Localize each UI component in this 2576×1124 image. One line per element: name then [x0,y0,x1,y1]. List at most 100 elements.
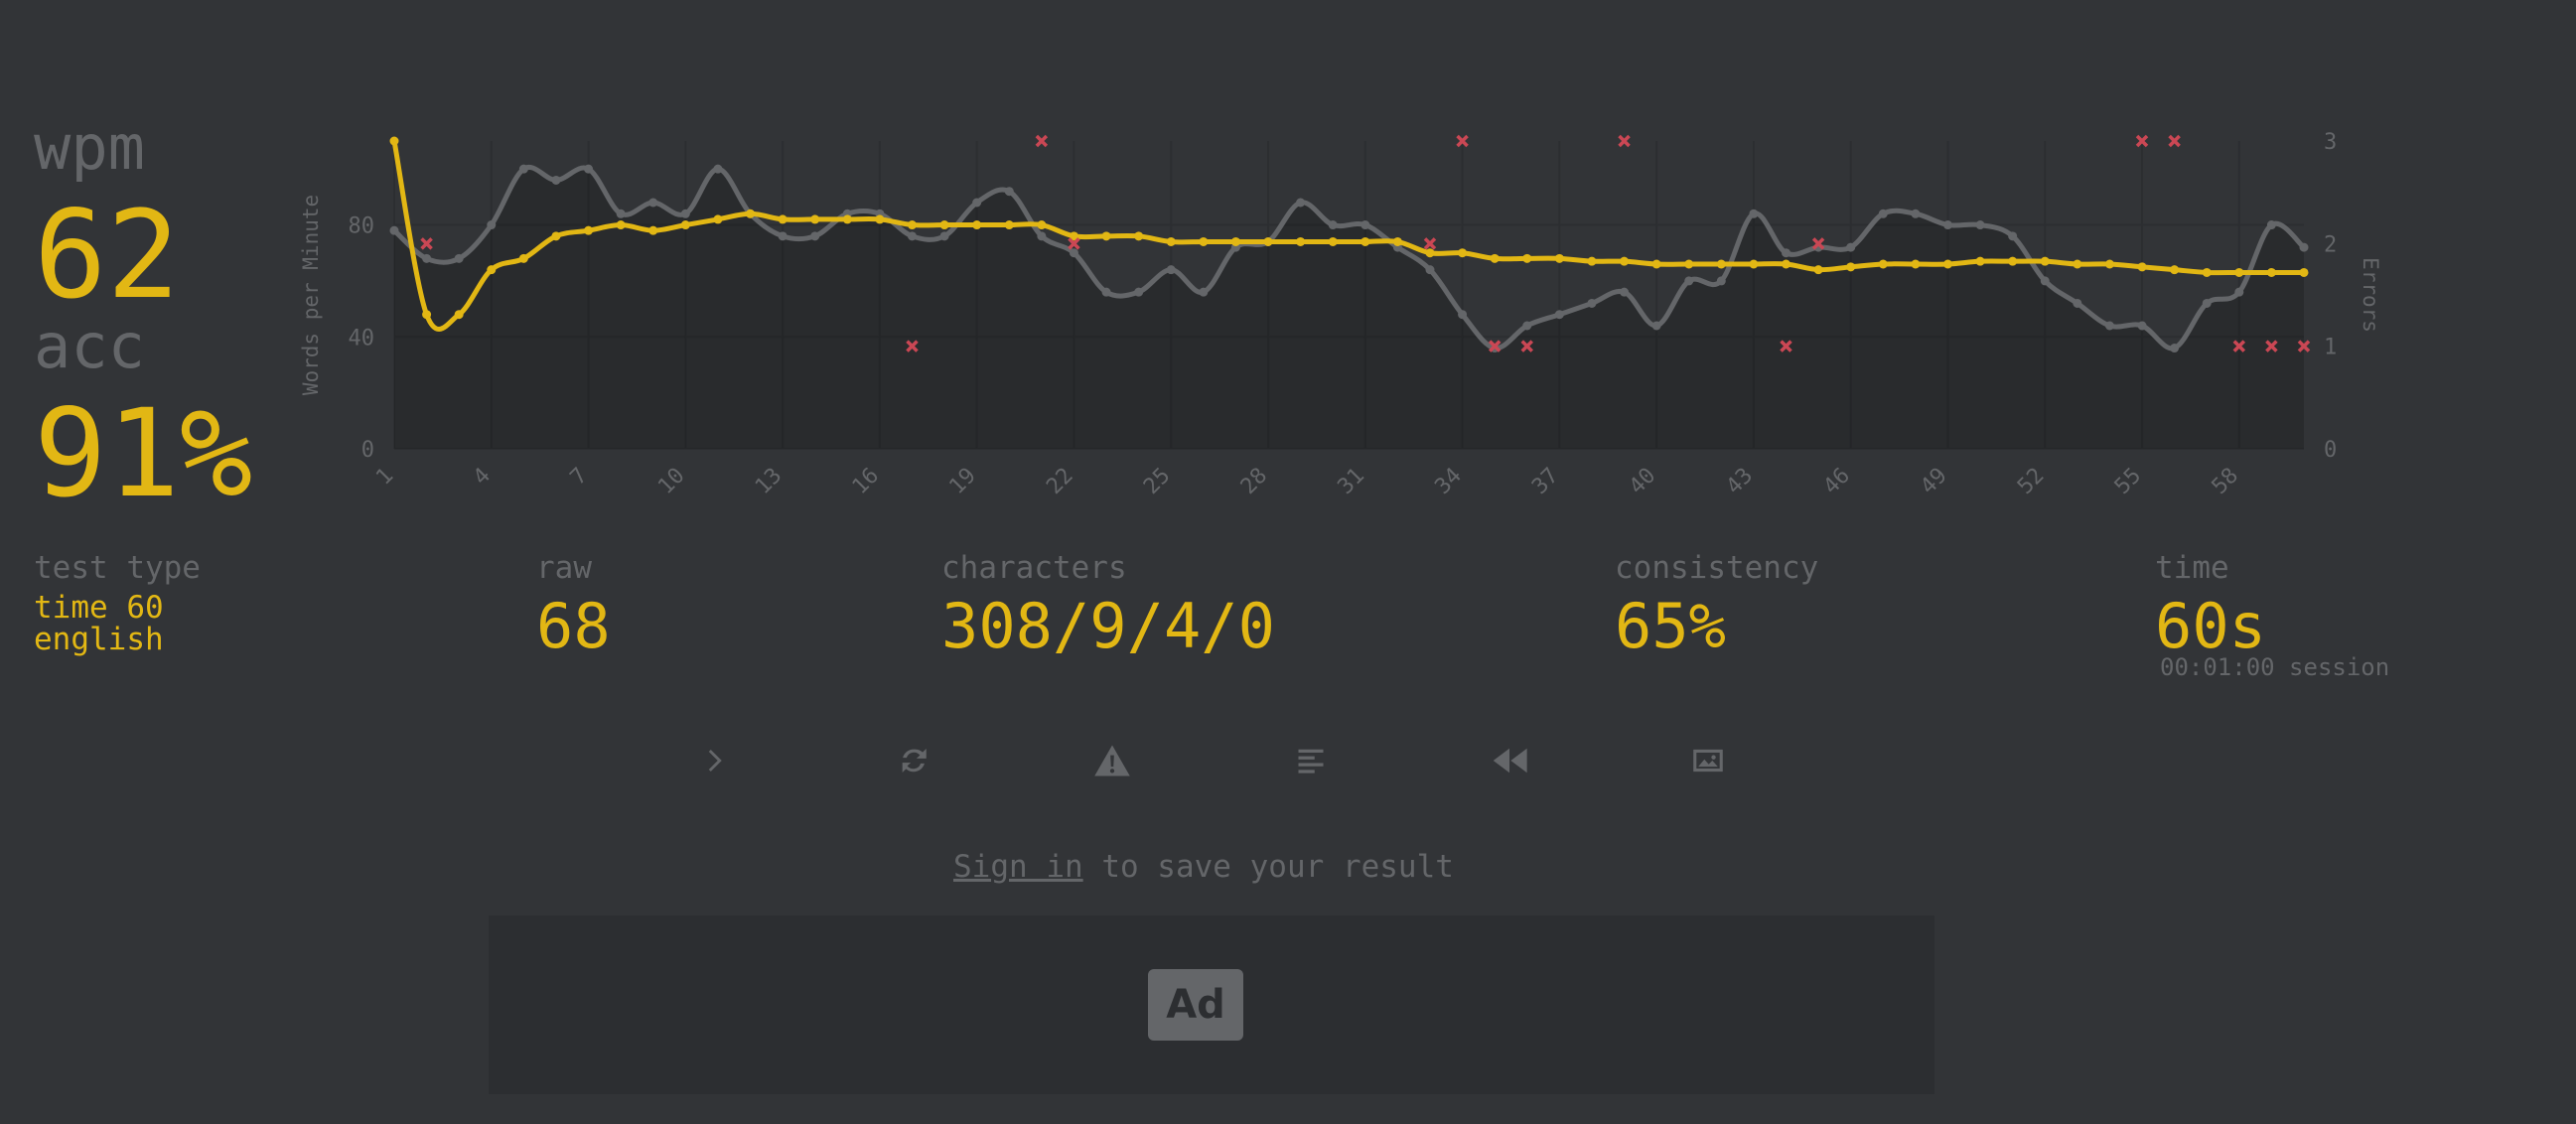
raw-point [1522,321,1532,331]
x-tick-label: 13 [751,464,787,499]
x-tick-label: 37 [1527,464,1563,499]
raw-point [810,231,820,241]
raw-point [1651,321,1661,331]
wpm-point [2008,256,2018,266]
raw-point [1684,276,1694,286]
wpm-point [972,220,982,230]
report-button[interactable] [1082,731,1142,790]
wpm-point [842,214,852,224]
raw-point [1911,209,1921,218]
wpm-point [1554,253,1564,263]
characters-label: characters [941,550,1127,586]
time-value: 60s [2155,590,2266,662]
screenshot-button[interactable] [1678,731,1738,790]
consistency-label: consistency [1615,550,1819,586]
raw-point [1101,287,1111,297]
sign-in-link[interactable]: Sign in [953,849,1083,885]
wpm-point [778,214,787,224]
wpm-point [1846,262,1856,272]
raw-point [2137,321,2147,331]
wpm-point [1328,236,1338,246]
test-type-label: test type [34,550,201,586]
raw-point [454,253,464,263]
acc-value: 91% [34,383,253,524]
raw-point [1425,265,1435,275]
y-tick-label: 80 [349,214,375,239]
wpm-point [1522,253,1532,263]
y-tick-label: 0 [361,438,374,463]
wpm-point [2137,262,2147,272]
wpm-point [1975,256,1985,266]
test-type-mode: time 60 [34,590,164,626]
wpm-point [1587,256,1597,266]
raw-point [1199,287,1209,297]
raw-point [2104,321,2114,331]
x-tick-label: 28 [1236,464,1272,499]
word-history-button[interactable] [1281,731,1341,790]
acc-label: acc [34,310,145,382]
x-tick-label: 19 [945,464,981,499]
wpm-point [1749,259,1759,269]
wpm-point [1782,259,1791,269]
test-type-language: english [34,622,164,657]
raw-point [1004,187,1014,197]
wpm-point [746,209,756,218]
wpm-point [1199,236,1209,246]
raw-point [1587,298,1597,308]
wpm-point [1392,236,1402,246]
raw-point [1554,310,1564,320]
x-tick-label: 10 [653,464,689,499]
wpm-point [518,253,528,263]
wpm-point [2104,259,2114,269]
session-time: 00:01:00 session [2160,653,2390,681]
wpm-point [1684,259,1694,269]
raw-point [1458,310,1468,320]
wpm-point [422,310,432,320]
raw-point [2234,287,2244,297]
raw-point [1037,231,1047,241]
y2-tick-label: 3 [2324,130,2337,155]
error-marker [2168,134,2181,148]
wpm-point [713,214,723,224]
wpm-point [2266,267,2276,277]
wpm-point [1425,248,1435,258]
raw-point [713,164,723,174]
sign-in-rest: to save your result [1082,849,1454,885]
wpm-point [1878,259,1888,269]
raw-point [1716,276,1726,286]
wpm-point [680,220,690,230]
wpm-point [1360,236,1370,246]
wpm-point [1942,259,1952,269]
wpm-point [551,231,561,241]
raw-point [551,175,561,185]
x-tick-label: 55 [2110,464,2146,499]
consistency-value: 65% [1615,590,1726,662]
replay-button[interactable] [1480,731,1539,790]
wpm-point [2234,267,2244,277]
x-tick-label: 49 [1916,464,1951,499]
raw-point [2299,242,2309,252]
sign-in-message: Sign in to save your result [953,849,1454,885]
wpm-point [1296,236,1306,246]
raw-point [1069,248,1078,258]
image-icon [1693,749,1723,773]
raw-point [2008,231,2018,241]
raw-point [1846,242,1856,252]
wpm-value: 62 [34,185,180,326]
wpm-point [2202,267,2212,277]
x-tick-label: 40 [1625,464,1660,499]
next-test-button[interactable] [685,731,745,790]
raw-point [487,220,497,230]
restart-button[interactable] [884,731,943,790]
wpm-point [1101,231,1111,241]
raw-point [584,164,594,174]
wpm-point [1004,220,1014,230]
raw-point [2266,220,2276,230]
warning-icon [1094,745,1130,776]
y2-tick-label: 2 [2324,232,2337,257]
raw-point [1620,287,1630,297]
raw-point [680,209,690,218]
raw-point [1749,209,1759,218]
wpm-point [1166,236,1176,246]
raw-point [2170,344,2180,353]
